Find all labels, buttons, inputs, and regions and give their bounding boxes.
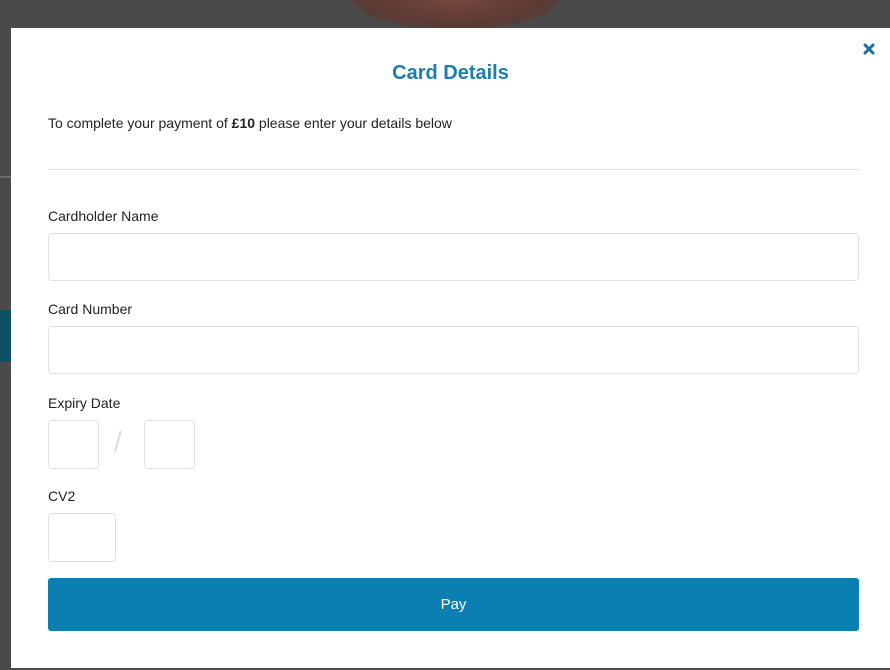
background-photo <box>350 0 560 30</box>
expiry-separator: / <box>114 426 122 457</box>
intro-prefix: To complete your payment of <box>48 115 232 131</box>
intro-suffix: please enter your details below <box>255 115 452 131</box>
cv2-input[interactable] <box>48 513 116 562</box>
card-number-input[interactable] <box>48 326 859 374</box>
cardholder-name-input[interactable] <box>48 233 859 281</box>
payment-intro: To complete your payment of £10 please e… <box>48 115 452 131</box>
pay-button[interactable]: Pay <box>48 578 859 631</box>
close-icon[interactable] <box>862 42 876 56</box>
modal-title: Card Details <box>392 62 509 84</box>
cardholder-name-label: Cardholder Name <box>48 208 159 224</box>
section-divider <box>48 169 859 170</box>
cv2-label: CV2 <box>48 488 76 504</box>
expiry-year-input[interactable] <box>144 420 195 469</box>
card-number-label: Card Number <box>48 301 133 317</box>
card-details-modal: Card Details To complete your payment of… <box>11 28 890 668</box>
expiry-date-label: Expiry Date <box>48 395 121 411</box>
expiry-month-input[interactable] <box>48 420 99 469</box>
payment-amount: £10 <box>231 115 256 131</box>
